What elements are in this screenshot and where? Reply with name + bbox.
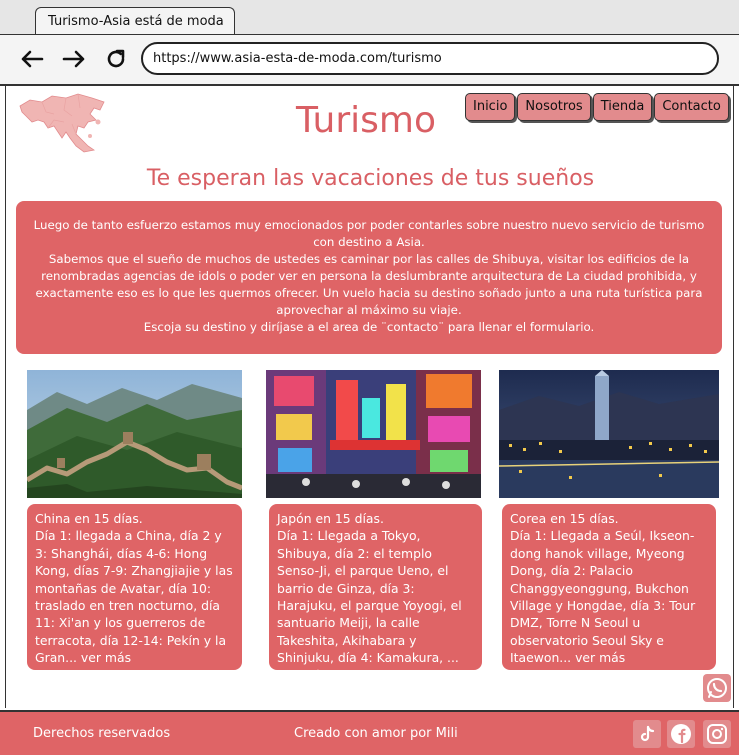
instagram-icon[interactable] (703, 720, 731, 748)
page-title: Turismo (296, 100, 436, 141)
korea-card-title: Corea en 15 días. (510, 511, 619, 526)
china-tour-card: China en 15 días. Día 1: llegada a China… (27, 504, 242, 670)
intro-paragraph-3: Escoja su destino y diríjase a el area d… (143, 320, 595, 334)
china-ver-mas-link[interactable]: ver más (81, 650, 131, 665)
menu-inicio-button[interactable]: Inicio (465, 93, 516, 121)
korea-card-description: Día 1: Llegada a Seúl, Ikseon-dong hanok… (510, 528, 696, 666)
japan-card-body: Día 1: Llegada a Tokyo, Shibuya, día 2: … (277, 527, 474, 684)
china-great-wall-image (27, 370, 242, 498)
page: Turismo Inicio Nosotros Tienda Contacto … (5, 86, 734, 708)
intro-paragraph-1: Luego de tanto esfuerzo estamos muy emoc… (33, 218, 705, 249)
intro-box: Luego de tanto esfuerzo estamos muy emoc… (16, 201, 722, 354)
page-subtitle: Te esperan las vacaciones de tus sueños (146, 166, 595, 191)
japan-card-title: Japón en 15 días. (277, 511, 384, 526)
facebook-icon[interactable] (667, 720, 695, 748)
whatsapp-icon[interactable] (703, 674, 731, 702)
korea-seoul-image (499, 370, 719, 498)
footer-credit: Creado con amor por Mili (294, 726, 458, 741)
menu-contacto-button[interactable]: Contacto (654, 93, 729, 121)
japan-tour-card: Japón en 15 días. Día 1: Llegada a Tokyo… (269, 504, 482, 683)
japan-ver-mas-link[interactable]: ver más (277, 668, 327, 683)
japan-akihabara-image (266, 370, 481, 498)
footer: Derechos reservados Creado con amor por … (0, 710, 739, 755)
browser-toolbar: https://www.asia-esta-de-moda.com/turism… (0, 34, 739, 84)
browser-tab[interactable]: Turismo-Asia está de moda (35, 7, 235, 35)
main-menu: Inicio Nosotros Tienda Contacto (465, 93, 729, 121)
korea-card-body: Día 1: Llegada a Seúl, Ikseon-dong hanok… (510, 527, 708, 666)
china-card-description: Día 1: llegada a China, día 2 y 3: Shang… (35, 528, 233, 666)
footer-rights: Derechos reservados (33, 726, 171, 741)
tiktok-icon[interactable] (633, 720, 661, 748)
reload-icon[interactable] (100, 43, 132, 75)
china-card-title: China en 15 días. (35, 511, 143, 526)
korea-tour-card: Corea en 15 días. Día 1: Llegada a Seúl,… (502, 504, 716, 670)
china-card-body: Día 1: llegada a China, día 2 y 3: Shang… (35, 527, 234, 666)
forward-arrow-icon[interactable] (58, 43, 90, 75)
korea-ver-mas-link[interactable]: ver más (575, 650, 625, 665)
intro-paragraph-2: Sabemos que el sueño de muchos de ustede… (35, 252, 703, 317)
browser-chrome: Turismo-Asia está de moda https://www.as… (0, 0, 739, 86)
japan-card-description: Día 1: Llegada a Tokyo, Shibuya, día 2: … (277, 528, 462, 666)
menu-tienda-button[interactable]: Tienda (592, 93, 653, 121)
menu-nosotros-button[interactable]: Nosotros (517, 93, 591, 121)
address-bar[interactable]: https://www.asia-esta-de-moda.com/turism… (141, 42, 719, 75)
back-arrow-icon[interactable] (16, 43, 48, 75)
asia-map-icon (18, 92, 106, 154)
